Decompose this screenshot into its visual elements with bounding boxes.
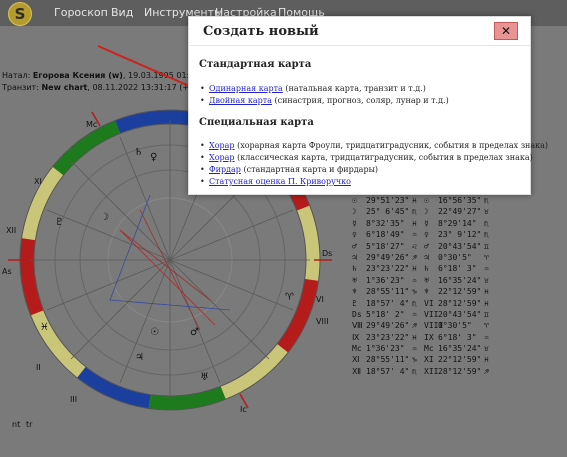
option-horary-classic: Хорар (классическая карта, тридцатиграду… bbox=[200, 153, 533, 162]
dialog-divider bbox=[189, 45, 530, 46]
horary-frawley-desc: (хорарная карта Фроули, тридцатиградусни… bbox=[234, 141, 549, 150]
option-double-chart: Двойная карта (синастрия, прогноз, соляр… bbox=[200, 96, 449, 105]
special-section-title: Специальная карта bbox=[199, 117, 314, 128]
create-new-dialog: Создать новый ✕ Стандартная карта Одинар… bbox=[188, 16, 548, 195]
option-status-assessment: Статусная оценка П. Криворучко bbox=[200, 177, 351, 186]
option-firdar: Фирдар (стандартная карта и фирдары) bbox=[200, 165, 379, 174]
option-horary-frawley: Хорар (хорарная карта Фроули, тридцатигр… bbox=[200, 141, 549, 150]
single-chart-link[interactable]: Одинарная карта bbox=[209, 84, 283, 93]
dialog-title: Создать новый bbox=[203, 24, 319, 39]
horary-classic-desc: (классическая карта, тридцатиградусник, … bbox=[234, 153, 533, 162]
double-chart-link[interactable]: Двойная карта bbox=[209, 96, 272, 105]
close-button[interactable]: ✕ bbox=[494, 22, 518, 40]
horary-frawley-link[interactable]: Хорар bbox=[209, 141, 235, 150]
double-chart-desc: (синастрия, прогноз, соляр, лунар и т.д.… bbox=[271, 96, 449, 105]
standard-section-title: Стандартная карта bbox=[199, 59, 312, 70]
status-assessment-link[interactable]: Статусная оценка П. Криворучко bbox=[209, 177, 351, 186]
option-single-chart: Одинарная карта (натальная карта, транзи… bbox=[200, 84, 426, 93]
single-chart-desc: (натальная карта, транзит и т.д.) bbox=[282, 84, 426, 93]
horary-classic-link[interactable]: Хорар bbox=[209, 153, 235, 162]
firdar-link[interactable]: Фирдар bbox=[209, 165, 241, 174]
firdar-desc: (стандартная карта и фирдары) bbox=[240, 165, 379, 174]
